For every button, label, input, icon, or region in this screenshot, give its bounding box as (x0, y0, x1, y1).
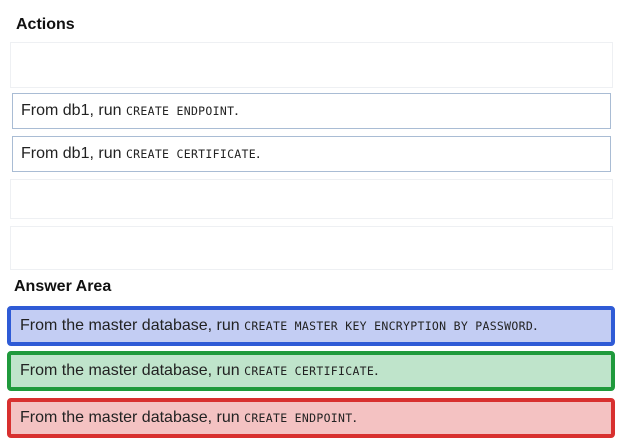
empty-action-slot (10, 226, 613, 270)
action-create-endpoint[interactable]: From db1, run CREATE ENDPOINT. (12, 93, 611, 129)
answer-area-heading: Answer Area (14, 278, 112, 295)
action-code: CREATE ENDPOINT (125, 104, 235, 118)
answer-suffix: . (533, 317, 538, 334)
answer-prefix: From the master database, run (20, 317, 245, 334)
answer-prefix: From the master database, run (20, 362, 245, 379)
answer-suffix: . (374, 362, 379, 379)
action-prefix: From db1, run (21, 145, 126, 162)
answer-code: CREATE MASTER KEY ENCRYPTION BY PASSWORD (244, 319, 534, 333)
answer-create-master-key[interactable]: From the master database, run CREATE MAS… (7, 306, 615, 346)
action-code: CREATE CERTIFICATE (125, 147, 256, 161)
action-suffix: . (255, 145, 261, 162)
answer-prefix: From the master database, run (20, 409, 245, 426)
action-suffix: . (234, 102, 239, 119)
answer-code: CREATE ENDPOINT (244, 411, 353, 425)
answer-code: CREATE CERTIFICATE (244, 364, 375, 378)
actions-heading: Actions (16, 16, 75, 33)
action-prefix: From db1, run (21, 102, 126, 119)
answer-create-endpoint[interactable]: From the master database, run CREATE END… (7, 398, 615, 438)
answer-create-certificate[interactable]: From the master database, run CREATE CER… (7, 351, 615, 391)
empty-action-slot (10, 42, 613, 88)
empty-action-slot (10, 179, 613, 219)
answer-suffix: . (352, 409, 357, 426)
action-create-certificate[interactable]: From db1, run CREATE CERTIFICATE. (12, 136, 611, 172)
